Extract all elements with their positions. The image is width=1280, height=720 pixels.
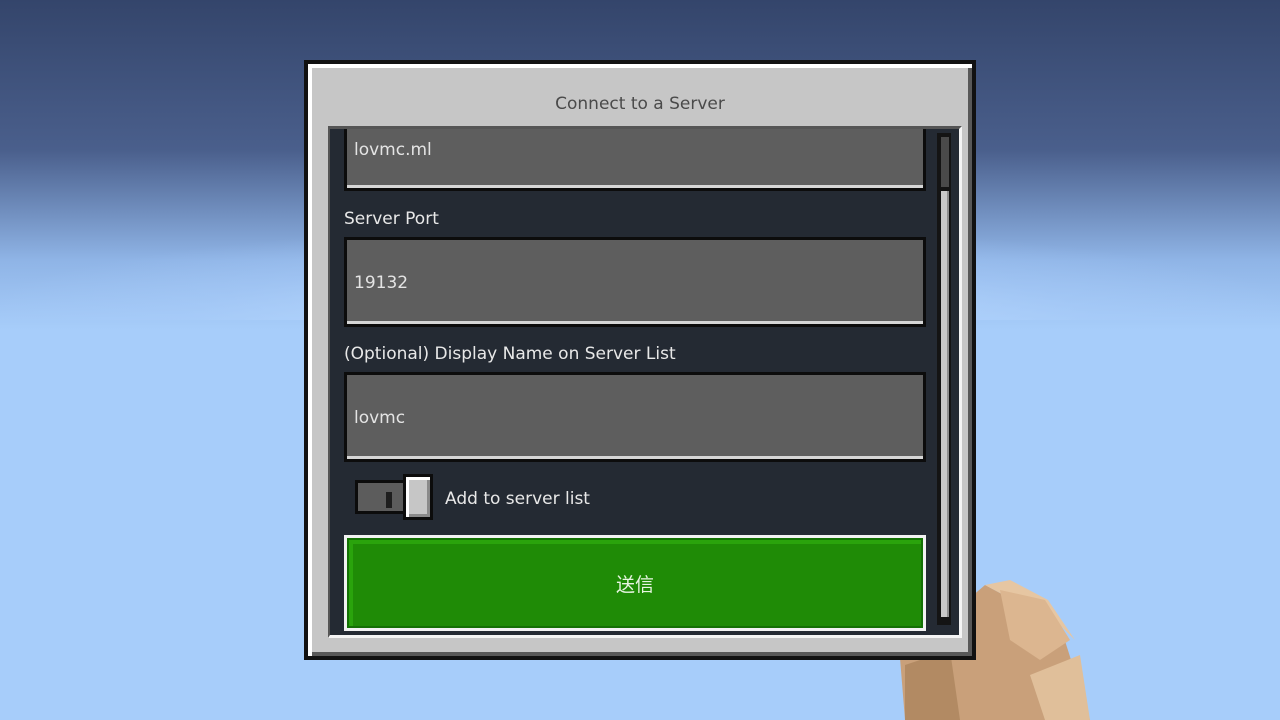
server-port-label: Server Port <box>344 209 439 229</box>
scrollbar-track-top <box>941 137 949 187</box>
add-to-server-list-label: Add to server list <box>445 489 590 509</box>
submit-button[interactable]: 送信 <box>344 535 926 631</box>
display-name-field[interactable]: lovmc <box>344 372 926 462</box>
toggle-knob <box>403 474 433 520</box>
server-port-field[interactable]: 19132 <box>344 237 926 327</box>
dialog-frame: Connect to a Server lovmc.ml Server Port… <box>308 64 972 656</box>
server-address-value: lovmc.ml <box>354 140 432 160</box>
toggle-off-indicator <box>386 492 392 508</box>
form-scroll-panel[interactable]: lovmc.ml Server Port 19132 (Optional) Di… <box>328 126 962 638</box>
server-port-value: 19132 <box>354 273 409 293</box>
display-name-value: lovmc <box>354 408 406 428</box>
connect-server-dialog: Connect to a Server lovmc.ml Server Port… <box>304 60 976 660</box>
add-to-server-list-toggle[interactable] <box>355 474 435 520</box>
dialog-title: Connect to a Server <box>555 94 725 114</box>
submit-button-label: 送信 <box>615 573 654 596</box>
submit-button-face: 送信 <box>347 538 923 628</box>
scrollbar[interactable] <box>937 133 951 625</box>
server-address-field[interactable]: lovmc.ml <box>344 129 926 191</box>
scrollbar-thumb[interactable] <box>941 191 949 617</box>
display-name-label: (Optional) Display Name on Server List <box>344 344 676 364</box>
